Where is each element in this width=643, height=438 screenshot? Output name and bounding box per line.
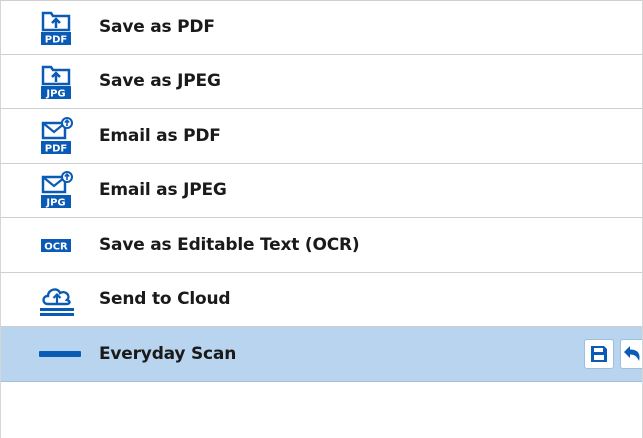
shortcut-save-as-editable-text[interactable]: OCR Save as Editable Text (OCR) (1, 218, 642, 273)
shortcut-label: Save as Editable Text (OCR) (99, 234, 360, 255)
svg-text:OCR: OCR (44, 241, 68, 252)
email-pdf-icon: PDF (39, 116, 87, 155)
shortcut-label: Save as PDF (99, 17, 215, 38)
shortcut-list: PDF Save as PDF JPG Save as JPEG PDF Ema… (1, 0, 642, 382)
save-shortcut-button[interactable] (584, 338, 614, 369)
row-actions (584, 327, 642, 381)
shortcut-save-as-jpeg[interactable]: JPG Save as JPEG (1, 55, 642, 109)
shortcut-label: Email as JPEG (99, 180, 227, 201)
shortcut-email-as-pdf[interactable]: PDF Email as PDF (1, 109, 642, 164)
cloud-upload-icon (39, 280, 87, 318)
svg-text:JPG: JPG (45, 198, 65, 209)
everyday-scan-icon (39, 335, 87, 373)
save-icon (591, 345, 607, 362)
shortcut-label: Save as JPEG (99, 71, 221, 92)
undo-button[interactable] (620, 338, 642, 369)
email-jpeg-icon: JPG (39, 171, 87, 209)
svg-text:PDF: PDF (45, 35, 67, 46)
shortcut-save-as-pdf[interactable]: PDF Save as PDF (1, 0, 642, 55)
scan-shortcuts-panel: PDF Save as PDF JPG Save as JPEG PDF Ema… (0, 0, 643, 438)
shortcut-email-as-jpeg[interactable]: JPG Email as JPEG (1, 164, 642, 218)
save-pdf-icon: PDF (39, 8, 87, 46)
shortcut-label: Send to Cloud (99, 289, 231, 310)
shortcut-everyday-scan[interactable]: Everyday Scan (1, 327, 642, 382)
svg-text:JPG: JPG (45, 89, 65, 100)
shortcut-label: Everyday Scan (99, 343, 237, 364)
ocr-icon: OCR (39, 226, 87, 264)
shortcut-send-to-cloud[interactable]: Send to Cloud (1, 273, 642, 327)
svg-text:PDF: PDF (45, 143, 67, 154)
save-jpeg-icon: JPG (39, 62, 87, 100)
shortcut-label: Email as PDF (99, 125, 221, 146)
undo-icon (623, 345, 640, 361)
